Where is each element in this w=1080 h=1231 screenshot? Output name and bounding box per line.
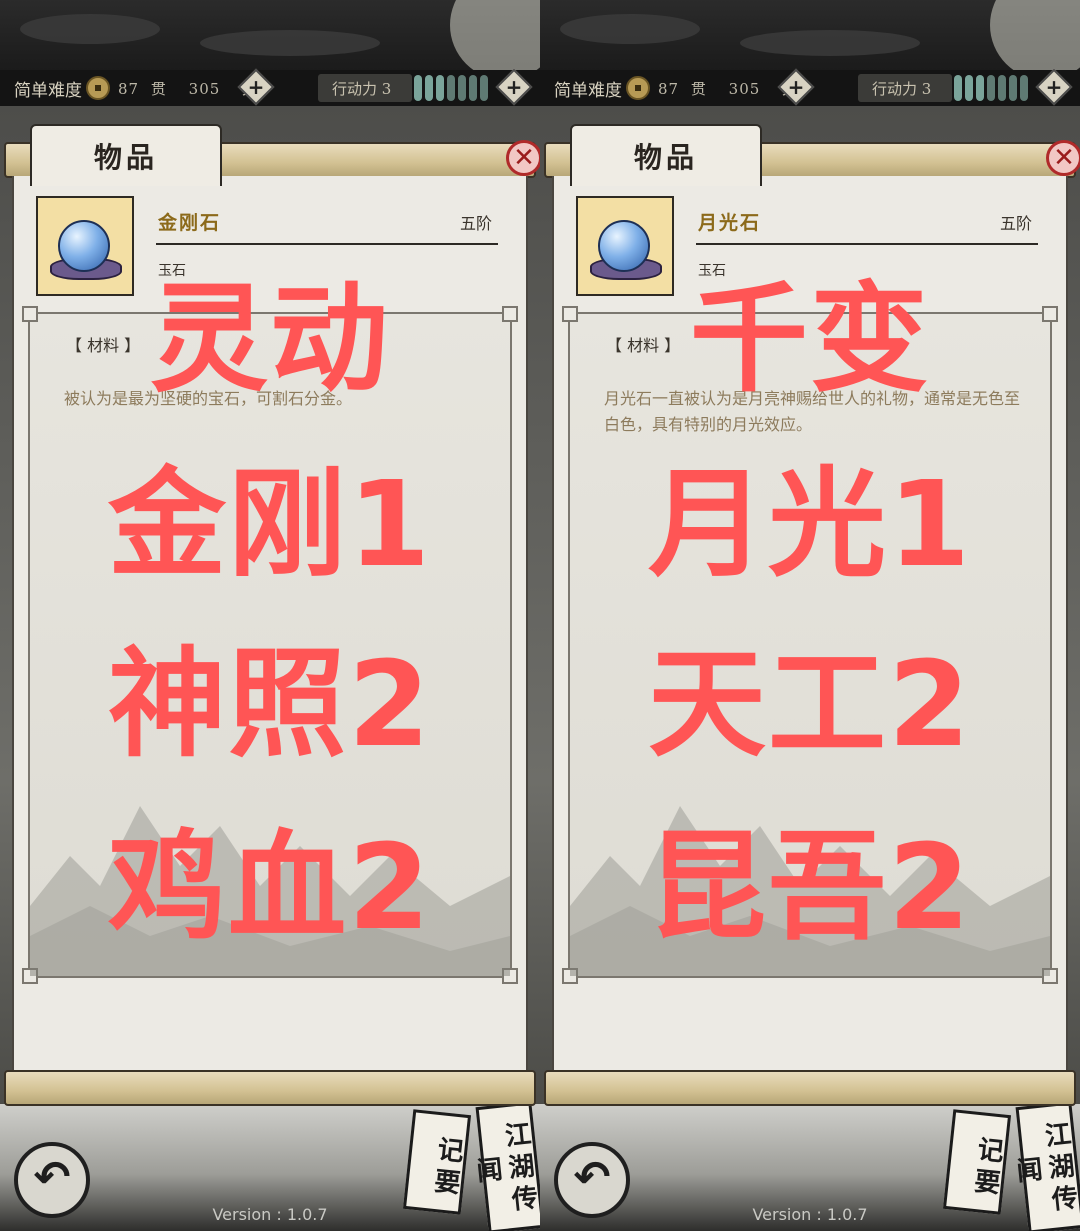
action-point-pip bbox=[954, 75, 962, 101]
coins-wen: 305 bbox=[188, 80, 221, 98]
item-name: 月光石 bbox=[698, 212, 762, 234]
annotation-line: 鸡血2 bbox=[107, 818, 433, 956]
coins-wen: 305 bbox=[728, 80, 761, 98]
add-action-button[interactable]: + bbox=[495, 68, 533, 106]
moon-decoration bbox=[450, 0, 540, 80]
guan-unit: 贯 bbox=[690, 80, 707, 98]
annotation-line: 昆吾2 bbox=[647, 818, 973, 956]
tab-label: 物品 bbox=[93, 141, 158, 174]
status-bar: 简单难度 87 贯 305 文 + 行动力 3 + bbox=[540, 68, 1080, 106]
tab-items[interactable]: 物品 bbox=[30, 124, 222, 186]
coins-guan: 87 bbox=[118, 80, 140, 98]
moon-decoration bbox=[990, 0, 1080, 80]
version-label: Version : 1.0.7 bbox=[212, 1205, 328, 1224]
action-points-label: 行动力 3 bbox=[872, 80, 932, 98]
item-name: 金刚石 bbox=[158, 212, 222, 234]
memo-button[interactable]: 记要 bbox=[402, 1109, 472, 1215]
action-points-bar bbox=[414, 75, 488, 101]
add-money-button[interactable]: + bbox=[777, 68, 815, 106]
coins-guan: 87 bbox=[658, 80, 680, 98]
annotation-line: 天工2 bbox=[647, 635, 973, 773]
plus-icon: + bbox=[787, 75, 805, 99]
action-point-pip bbox=[998, 75, 1006, 101]
item-grade: 五阶 bbox=[459, 214, 492, 233]
annotation-line: 月光1 bbox=[647, 455, 973, 593]
version-label: Version : 1.0.7 bbox=[752, 1205, 868, 1224]
back-arrow-icon: ↶ bbox=[33, 1152, 71, 1203]
action-point-pip bbox=[987, 75, 995, 101]
scroll-bottom-rod bbox=[4, 1070, 536, 1106]
coin-icon bbox=[626, 76, 650, 100]
action-point-pip bbox=[447, 75, 455, 101]
tab-label: 物品 bbox=[633, 141, 698, 174]
action-point-pip bbox=[414, 75, 422, 101]
action-point-pip bbox=[1020, 75, 1028, 101]
sky-background bbox=[540, 0, 1080, 80]
memo-button[interactable]: 记要 bbox=[942, 1109, 1012, 1215]
divider bbox=[156, 243, 498, 245]
add-money-button[interactable]: + bbox=[237, 68, 275, 106]
add-action-button[interactable]: + bbox=[1035, 68, 1073, 106]
action-points-bar bbox=[954, 75, 1028, 101]
difficulty-label: 简单难度 bbox=[14, 81, 82, 101]
action-point-pip bbox=[425, 75, 433, 101]
divider bbox=[696, 243, 1038, 245]
gem-orb-icon bbox=[58, 220, 110, 272]
close-button[interactable]: ✕ bbox=[1046, 140, 1080, 176]
action-point-pip bbox=[458, 75, 466, 101]
item-panel-right: 简单难度 87 贯 305 文 + 行动力 3 + 物品 ✕ 月光石 五阶 玉石… bbox=[540, 0, 1080, 1231]
action-point-pip bbox=[965, 75, 973, 101]
scroll-bottom-rod bbox=[544, 1070, 1076, 1106]
plus-icon: + bbox=[505, 75, 523, 99]
action-point-pip bbox=[1009, 75, 1017, 101]
sky-background bbox=[0, 0, 540, 80]
annotation-line: 千变 bbox=[689, 270, 930, 408]
close-icon: ✕ bbox=[513, 143, 535, 173]
gem-orb-icon bbox=[598, 220, 650, 272]
coin-icon bbox=[86, 76, 110, 100]
item-panel-left: 简单难度 87 贯 305 文 + 行动力 3 + 物品 ✕ 金刚石 五阶 玉石… bbox=[0, 0, 540, 1231]
close-button[interactable]: ✕ bbox=[506, 140, 540, 176]
tab-items[interactable]: 物品 bbox=[570, 124, 762, 186]
item-grade: 五阶 bbox=[999, 214, 1032, 233]
status-bar: 简单难度 87 贯 305 文 + 行动力 3 + bbox=[0, 68, 540, 106]
action-point-pip bbox=[480, 75, 488, 101]
plus-icon: + bbox=[247, 75, 265, 99]
action-point-pip bbox=[976, 75, 984, 101]
back-arrow-icon: ↶ bbox=[573, 1152, 611, 1203]
action-points-label: 行动力 3 bbox=[332, 80, 392, 98]
annotation-line: 灵动 bbox=[149, 270, 390, 408]
close-icon: ✕ bbox=[1053, 143, 1075, 173]
action-point-pip bbox=[436, 75, 444, 101]
difficulty-label: 简单难度 bbox=[554, 81, 622, 101]
annotation-line: 金刚1 bbox=[107, 455, 433, 593]
action-point-pip bbox=[469, 75, 477, 101]
annotation-line: 神照2 bbox=[107, 635, 433, 773]
guan-unit: 贯 bbox=[150, 80, 167, 98]
plus-icon: + bbox=[1045, 75, 1063, 99]
